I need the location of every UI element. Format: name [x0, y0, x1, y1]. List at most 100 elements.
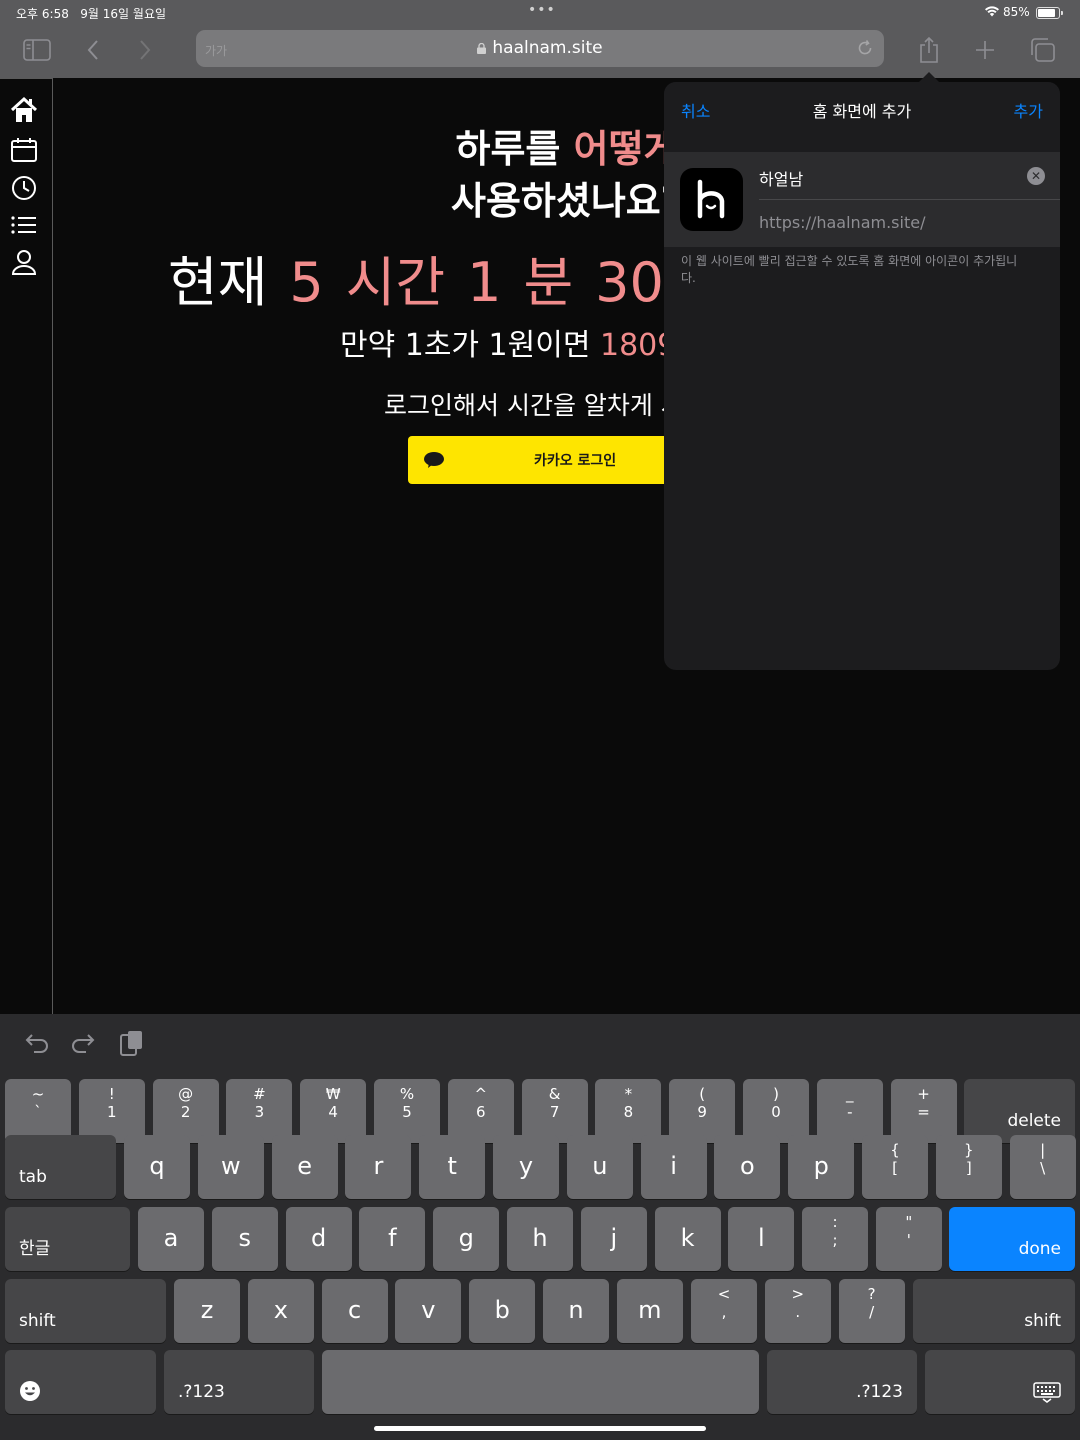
- undo-icon[interactable]: [22, 1028, 52, 1058]
- key-6[interactable]: ^ 6: [447, 1079, 514, 1143]
- key-v[interactable]: v: [395, 1279, 462, 1343]
- key-5[interactable]: % 5: [374, 1079, 440, 1143]
- key-8[interactable]: * 8: [595, 1079, 662, 1143]
- chat-bubble-icon: [424, 452, 444, 468]
- key-mark-0[interactable]: <,: [691, 1279, 757, 1343]
- key-sym-2[interactable]: | \: [1009, 1135, 1076, 1199]
- shift-left-key[interactable]: shift: [5, 1279, 166, 1343]
- key-a[interactable]: a: [138, 1207, 204, 1271]
- app-name-field[interactable]: 하얼남: [759, 166, 803, 190]
- key-mark-1[interactable]: >.: [764, 1279, 831, 1343]
- key-2[interactable]: @2: [152, 1079, 219, 1143]
- redo-icon[interactable]: [68, 1028, 98, 1058]
- address-bar[interactable]: 가가 haalnam.site: [196, 30, 884, 67]
- clock-icon[interactable]: [9, 173, 39, 203]
- kakao-login-label: 카카오 로그인: [534, 453, 617, 469]
- app-info-card: 하얼남 ✕ https://haalnam.site/: [664, 152, 1060, 247]
- numbers-left-key[interactable]: .?123: [164, 1350, 314, 1414]
- key-sym-1[interactable]: }]: [935, 1135, 1002, 1199]
- back-icon[interactable]: [78, 36, 108, 64]
- key-4[interactable]: ₩4: [300, 1079, 367, 1143]
- status-time: 오후 6:58 9월 16일 월요일: [16, 7, 167, 21]
- hide-keyboard-key[interactable]: [925, 1350, 1075, 1414]
- delete-key[interactable]: delete: [964, 1079, 1075, 1143]
- add-button[interactable]: 추가: [1014, 98, 1043, 122]
- key-n[interactable]: n: [543, 1279, 609, 1343]
- key-l[interactable]: l: [728, 1207, 795, 1271]
- app-icon: [680, 168, 743, 231]
- key-p[interactable]: p: [788, 1135, 855, 1199]
- key-q[interactable]: q: [124, 1135, 190, 1199]
- home-icon[interactable]: [9, 95, 39, 125]
- multitasking-dots[interactable]: •••: [528, 2, 556, 18]
- key-j[interactable]: j: [580, 1207, 647, 1271]
- key-e[interactable]: e: [271, 1135, 338, 1199]
- popover-note: 이 웹 사이트에 빨리 접근할 수 있도록 홈 화면에 아이콘이 추가됩니다.: [681, 254, 1018, 285]
- key-m[interactable]: m: [616, 1279, 683, 1343]
- browser-toolbar: 가가 haalnam.site: [0, 26, 1080, 78]
- key-x[interactable]: x: [247, 1279, 314, 1343]
- key-9[interactable]: (9: [669, 1079, 736, 1143]
- key-sym-0[interactable]: {[: [862, 1135, 928, 1199]
- paste-icon[interactable]: [116, 1028, 146, 1058]
- calendar-icon[interactable]: [9, 135, 39, 165]
- key--[interactable]: _ -: [816, 1079, 883, 1143]
- forward-icon[interactable]: [130, 36, 160, 64]
- home-indicator: [374, 1426, 706, 1431]
- space-key[interactable]: [322, 1350, 759, 1414]
- key-i[interactable]: i: [640, 1135, 707, 1199]
- popover-title: 홈 화면에 추가: [812, 102, 912, 121]
- sidebar-toggle-icon[interactable]: [22, 36, 52, 64]
- clear-text-icon[interactable]: ✕: [1027, 167, 1045, 185]
- url-display[interactable]: haalnam.site: [196, 38, 884, 58]
- key-`[interactable]: ~ `: [5, 1079, 71, 1143]
- key-r[interactable]: r: [345, 1135, 412, 1199]
- emoji-icon: [20, 1381, 40, 1401]
- done-key[interactable]: done: [949, 1207, 1075, 1271]
- key-d[interactable]: d: [285, 1207, 352, 1271]
- numbers-right-key[interactable]: .?123: [767, 1350, 917, 1414]
- key-mark-2[interactable]: ? /: [838, 1279, 905, 1343]
- key-1[interactable]: ! 1: [78, 1079, 145, 1143]
- language-key[interactable]: 한글: [5, 1207, 130, 1271]
- list-icon[interactable]: [9, 210, 39, 240]
- tab-key[interactable]: tab: [5, 1135, 116, 1199]
- key-b[interactable]: b: [469, 1279, 536, 1343]
- reload-icon[interactable]: [856, 39, 874, 57]
- key-o[interactable]: o: [714, 1135, 781, 1199]
- popover-header: 취소 홈 화면에 추가 추가: [664, 82, 1060, 134]
- add-to-home-popover: 취소 홈 화면에 추가 추가 하얼남 ✕ https://haalnam.sit…: [664, 82, 1060, 670]
- app-url: https://haalnam.site/: [759, 213, 926, 232]
- key-3[interactable]: #3: [226, 1079, 293, 1143]
- new-tab-icon[interactable]: [970, 36, 1000, 64]
- key-t[interactable]: t: [419, 1135, 486, 1199]
- key-punct-1[interactable]: " ': [875, 1207, 942, 1271]
- battery-percentage: 85%: [1003, 5, 1030, 19]
- key-c[interactable]: c: [321, 1279, 388, 1343]
- key-7[interactable]: & 7: [521, 1079, 588, 1143]
- key-z[interactable]: z: [174, 1279, 240, 1343]
- emoji-key[interactable]: [5, 1350, 156, 1414]
- user-icon[interactable]: [9, 247, 39, 277]
- key-0[interactable]: ) 0: [743, 1079, 809, 1143]
- share-icon[interactable]: [914, 36, 944, 64]
- wifi-icon: [985, 6, 999, 17]
- key-w[interactable]: w: [197, 1135, 264, 1199]
- keyboard-dismiss-icon: [1033, 1382, 1061, 1403]
- key-u[interactable]: u: [566, 1135, 633, 1199]
- key-punct-0[interactable]: :;: [802, 1207, 868, 1271]
- key-f[interactable]: f: [359, 1207, 426, 1271]
- status-bar: 오후 6:58 9월 16일 월요일 ••• 85%: [0, 0, 1080, 26]
- battery-icon: [1036, 7, 1060, 19]
- login-hint: 로그인해서 시간을 알차게 사용: [384, 391, 707, 420]
- key-s[interactable]: s: [211, 1207, 278, 1271]
- divider: [759, 199, 1060, 200]
- tabs-overview-icon[interactable]: [1028, 36, 1058, 64]
- key-y[interactable]: y: [493, 1135, 559, 1199]
- shift-right-key[interactable]: shift: [913, 1279, 1075, 1343]
- key-k[interactable]: k: [654, 1207, 721, 1271]
- key-g[interactable]: g: [433, 1207, 500, 1271]
- lock-icon: [477, 43, 487, 54]
- key-h[interactable]: h: [507, 1207, 573, 1271]
- key-=[interactable]: + =: [890, 1079, 957, 1143]
